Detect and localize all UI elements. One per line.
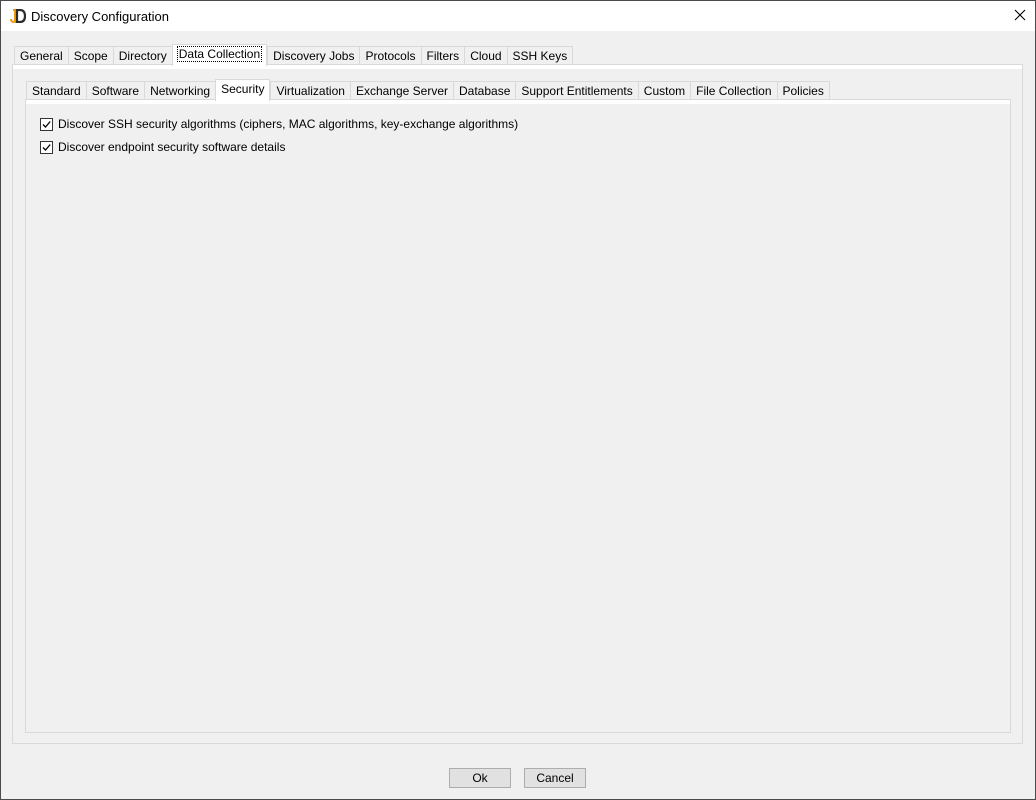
ok-button[interactable]: Ok [449, 768, 511, 788]
endpoint-security-label: Discover endpoint security software deta… [58, 140, 286, 154]
close-button[interactable] [1005, 1, 1035, 31]
tab-label: Protocols [365, 49, 416, 63]
tab-label: Networking [150, 84, 211, 98]
main-tab-bar: General Scope Directory Data Collection … [14, 44, 574, 66]
jdisc-logo-icon [10, 8, 27, 24]
tab-exchange-server[interactable]: Exchange Server [349, 81, 453, 100]
tab-networking[interactable]: Networking [144, 81, 216, 100]
tab-directory[interactable]: Directory [112, 46, 172, 65]
tab-label: SSH Keys [512, 49, 568, 63]
endpoint-security-option[interactable]: Discover endpoint security software deta… [40, 140, 285, 154]
tab-label: Scope [73, 49, 108, 63]
data-collection-tab-bar: Standard Software Networking Security Vi… [26, 79, 830, 101]
tab-label: Exchange Server [355, 84, 448, 98]
panel-top-highlight [26, 100, 1010, 104]
tab-filters[interactable]: Filters [420, 46, 465, 65]
tab-label: Policies [782, 84, 824, 98]
tab-software[interactable]: Software [85, 81, 145, 100]
checkmark-icon [42, 143, 51, 151]
ssh-algorithms-checkbox[interactable] [40, 117, 53, 131]
tab-label: Custom [643, 84, 686, 98]
tab-label: General [20, 49, 63, 63]
tab-data-collection[interactable]: Data Collection [171, 44, 268, 66]
tab-label: Support Entitlements [521, 84, 633, 98]
panel-top-highlight [13, 65, 1022, 69]
tab-label: Directory [118, 49, 167, 63]
dialog-window: Discovery Configuration General Scope Di… [0, 0, 1036, 800]
tab-label: Filters [426, 49, 460, 63]
tab-file-collection[interactable]: File Collection [690, 81, 777, 100]
window-title: Discovery Configuration [31, 9, 170, 24]
tab-policies[interactable]: Policies [776, 81, 830, 100]
endpoint-security-checkbox[interactable] [40, 140, 53, 154]
tab-discovery-jobs[interactable]: Discovery Jobs [267, 46, 360, 65]
tab-database[interactable]: Database [453, 81, 516, 100]
tab-cloud[interactable]: Cloud [464, 46, 507, 65]
ssh-algorithms-label: Discover SSH security algorithms (cipher… [58, 117, 519, 131]
ssh-algorithms-option[interactable]: Discover SSH security algorithms (cipher… [40, 117, 518, 131]
tab-label: Discovery Jobs [273, 49, 355, 63]
tab-standard[interactable]: Standard [26, 81, 86, 100]
tab-label: Cloud [470, 49, 502, 63]
tab-label: Security [221, 82, 265, 96]
tab-label: Data Collection [176, 46, 263, 62]
tab-ssh-keys[interactable]: SSH Keys [506, 46, 574, 65]
tab-custom[interactable]: Custom [637, 81, 691, 100]
security-panel: Discover SSH security algorithms (cipher… [25, 99, 1011, 733]
tab-label: Database [459, 84, 511, 98]
close-icon [1014, 9, 1026, 24]
tab-virtualization[interactable]: Virtualization [270, 81, 350, 100]
tab-protocols[interactable]: Protocols [359, 46, 421, 65]
tab-label: Virtualization [276, 84, 345, 98]
cancel-button[interactable]: Cancel [524, 768, 586, 788]
tab-label: File Collection [696, 84, 772, 98]
tab-security[interactable]: Security [215, 79, 271, 101]
tab-label: Standard [32, 84, 81, 98]
tab-scope[interactable]: Scope [67, 46, 113, 65]
tab-general[interactable]: General [14, 46, 68, 65]
tab-support-entitlements[interactable]: Support Entitlements [515, 81, 638, 100]
checkmark-icon [42, 120, 51, 128]
tab-label: Software [91, 84, 140, 98]
title-bar[interactable]: Discovery Configuration [1, 1, 1035, 31]
